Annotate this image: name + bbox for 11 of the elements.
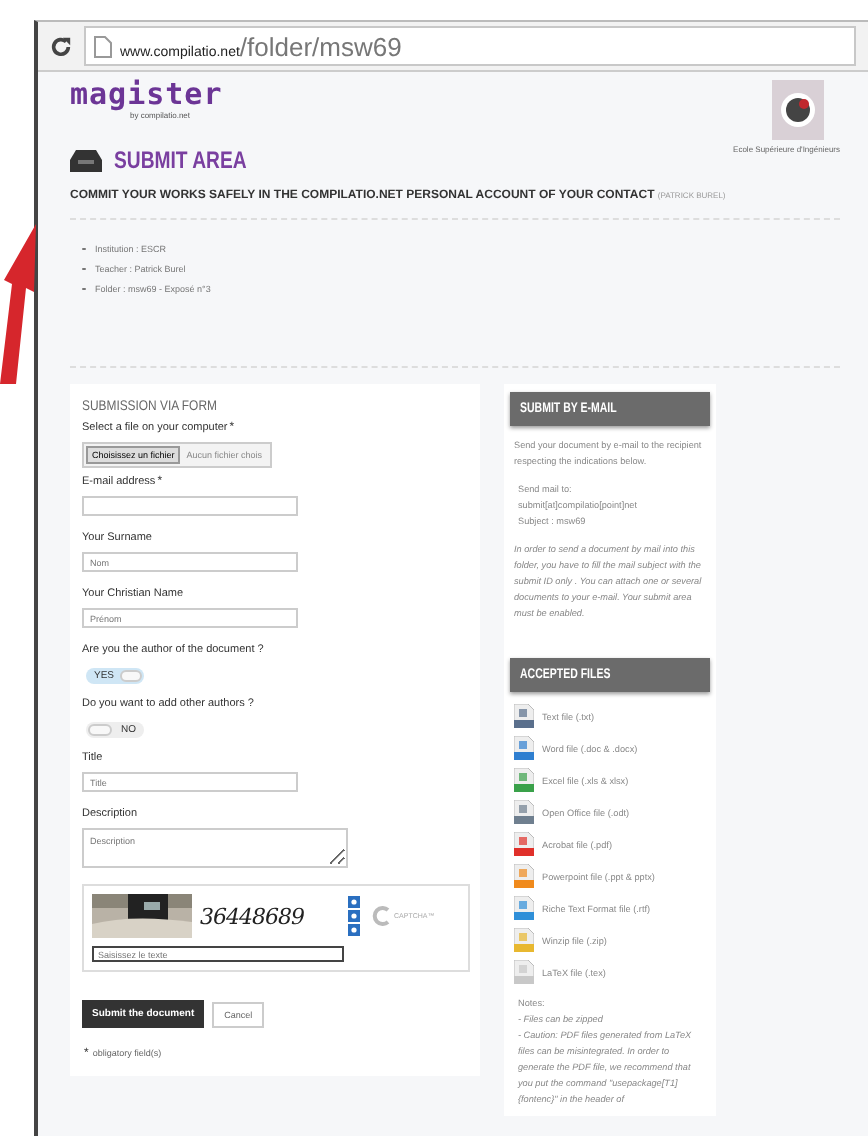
page-title: SUBMIT AREA (114, 146, 247, 174)
help-icon[interactable] (348, 924, 360, 936)
captcha-logo-icon (372, 906, 392, 926)
captcha-code: 36448689 (200, 903, 304, 929)
page-icon (94, 35, 112, 57)
text-field[interactable] (82, 496, 298, 516)
inbox-tray-icon (70, 149, 102, 171)
reload-icon[interactable] (50, 35, 72, 57)
speaker-icon[interactable] (348, 910, 360, 922)
refresh-icon[interactable] (348, 896, 360, 908)
school-emblem (772, 80, 824, 140)
